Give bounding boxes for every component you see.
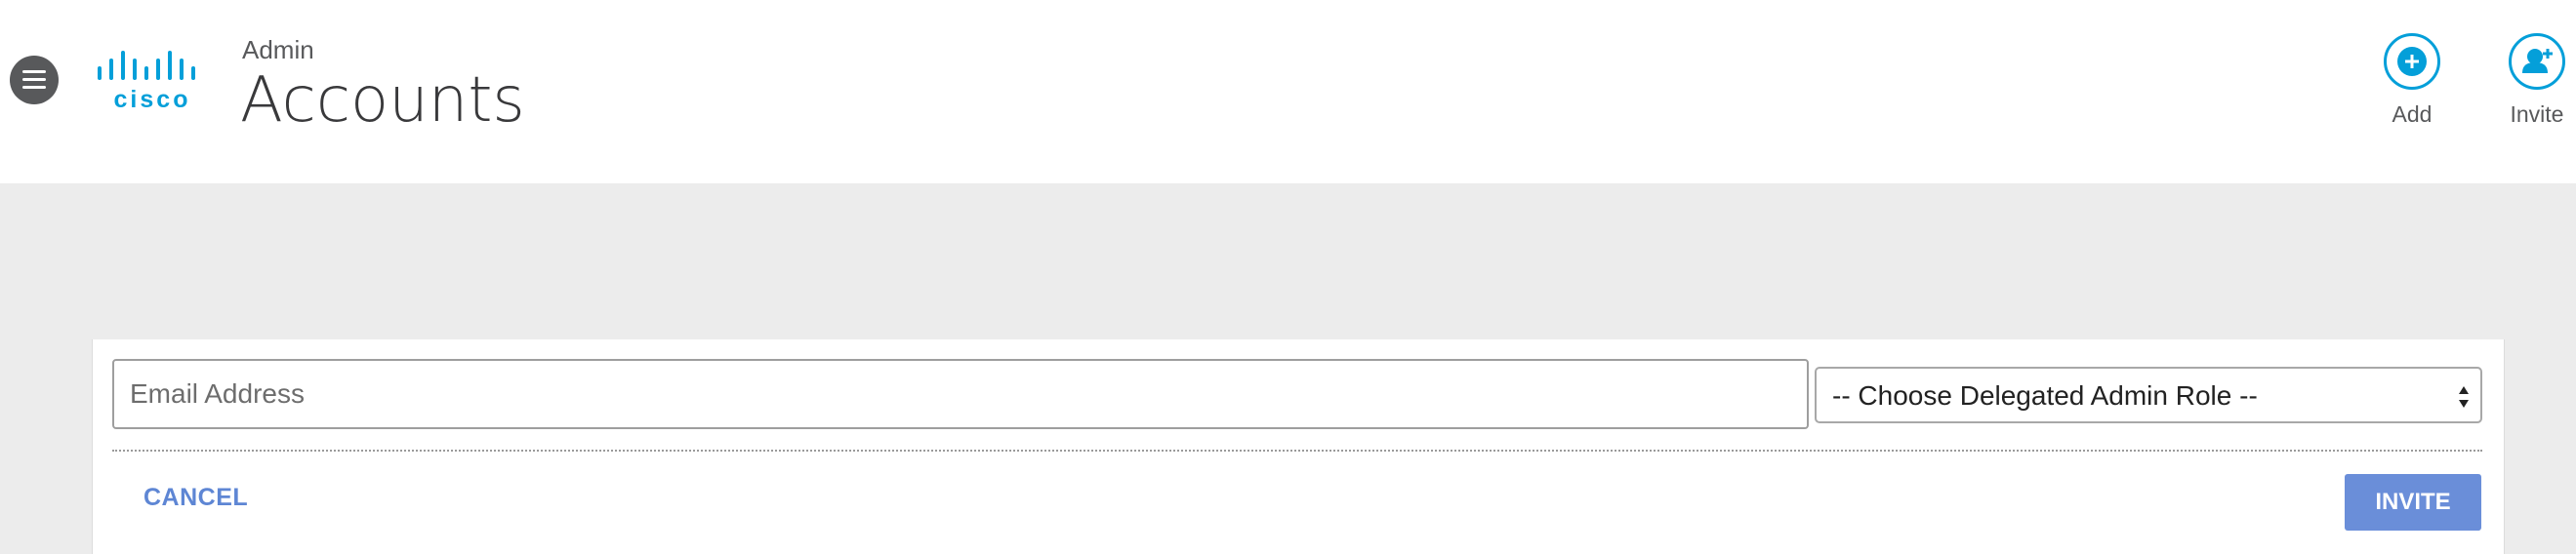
plus-circle-icon[interactable]	[2384, 33, 2440, 90]
invite-submit-button[interactable]: INVITE	[2345, 474, 2481, 531]
add-label: Add	[2392, 101, 2433, 127]
cancel-button[interactable]: CANCEL	[143, 484, 248, 512]
person-add-icon[interactable]	[2509, 33, 2565, 90]
top-header: cisco Admin Accounts Add Invite	[0, 0, 2576, 183]
logo-text: cisco	[113, 86, 191, 113]
invite-action-button[interactable]: Invite	[2488, 33, 2576, 128]
invite-form-panel: -- Choose Delegated Admin Role -- CANCEL…	[92, 339, 2505, 554]
delegated-admin-role-select[interactable]: -- Choose Delegated Admin Role --	[1815, 367, 2482, 423]
breadcrumb[interactable]: Admin	[242, 35, 314, 65]
invite-label: Invite	[2510, 101, 2564, 127]
form-divider	[112, 450, 2482, 452]
hamburger-menu-icon[interactable]	[10, 56, 59, 104]
page-title: Accounts	[240, 64, 525, 137]
select-arrows-icon	[2459, 386, 2469, 408]
cisco-bars-icon	[98, 51, 195, 80]
add-button[interactable]: Add	[2363, 33, 2461, 128]
role-select-value: -- Choose Delegated Admin Role --	[1832, 380, 2258, 411]
email-address-input[interactable]	[112, 359, 1809, 429]
cisco-logo: cisco	[94, 51, 211, 113]
